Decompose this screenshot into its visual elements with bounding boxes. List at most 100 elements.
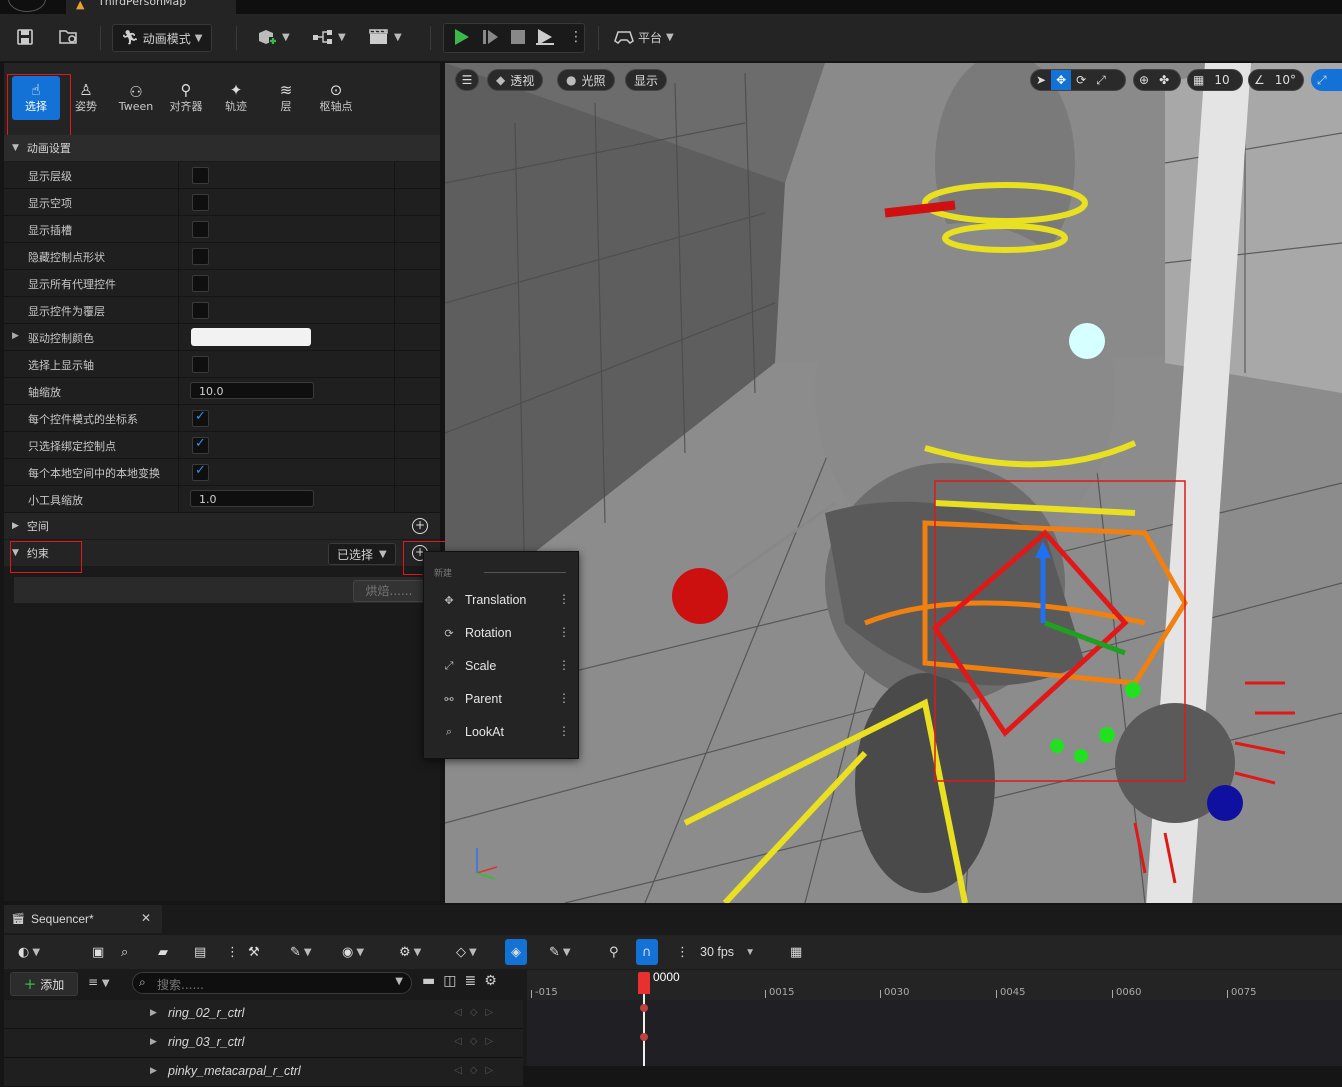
find-in-browser-icon[interactable]: ⌕	[121, 939, 128, 965]
expand-arrow-icon[interactable]: ▶	[150, 1008, 157, 1018]
key-interpolation-dropdown[interactable]: ◇ ▼	[456, 939, 477, 965]
map-tab[interactable]: ▲ ThirdPersonMap	[66, 0, 236, 14]
menu-item-rotation[interactable]: ⟳ Rotation ⋮	[424, 618, 578, 648]
snap-toggle-button[interactable]: ∩	[636, 939, 658, 965]
mode-tool-layers[interactable]: ≋ 层	[262, 76, 310, 120]
property-checkbox[interactable]	[192, 436, 209, 454]
unreal-logo-icon[interactable]	[8, 0, 46, 12]
menu-item-translation[interactable]: ✥ Translation ⋮	[424, 585, 578, 615]
color-swatch[interactable]	[191, 328, 311, 346]
menu-item-options-icon[interactable]: ⋮	[558, 592, 570, 606]
bake-button[interactable]: 烘焙......	[353, 580, 425, 602]
marker-icon[interactable]: ⚲	[609, 939, 619, 965]
constraint-filter-dropdown[interactable]: 已选择 ▼	[328, 543, 396, 565]
tools-dropdown[interactable]: ✎ ▼	[290, 939, 312, 965]
maximize-viewport-button[interactable]: ⤢	[1311, 69, 1342, 91]
property-checkbox[interactable]	[192, 275, 209, 292]
settings-icon[interactable]: ⚙	[484, 973, 505, 989]
playback-options-dropdown[interactable]: ⚙ ▼	[399, 939, 421, 965]
rotate-icon[interactable]: ⟳	[1071, 70, 1091, 90]
play-options-menu-icon[interactable]: ⋮	[569, 24, 583, 50]
anim-settings-header[interactable]: ▼ 动画设置	[4, 135, 440, 161]
space-section-header[interactable]: ▶ 空间 +	[4, 513, 440, 539]
content-browser-icon[interactable]	[58, 24, 80, 50]
chevron-down-icon[interactable]: ▼	[395, 976, 403, 987]
mode-tool-tween[interactable]: ⚇ Tween	[112, 76, 160, 120]
track-row[interactable]: ▶ ring_03_r_ctrl ◁◇▷	[4, 1029, 523, 1058]
collapse-all-icon[interactable]: ▬	[422, 973, 443, 989]
track-row[interactable]: ▶ pinky_metacarpal_r_ctrl ◁◇▷	[4, 1058, 523, 1087]
snap-options-icon[interactable]: ⋮	[676, 939, 689, 965]
level-viewport[interactable]: ☰ ◆ 透视 ● 光照 显示 ➤ ✥ ⟳ ⤢ ⊕ ✤ ▦ 10 ∠ 10° ⤢	[445, 63, 1342, 903]
property-checkbox[interactable]	[192, 248, 209, 265]
mode-tool-snapper[interactable]: ⚲ 对齐器	[162, 76, 210, 120]
viewport-menu-button[interactable]: ☰	[455, 69, 479, 91]
perspective-dropdown[interactable]: ◆ 透视	[487, 69, 544, 91]
mode-dropdown[interactable]: 🏃︎ 动画模式 ▼	[112, 24, 212, 52]
platform-dropdown[interactable]: 平台 ▼	[614, 24, 674, 50]
render-movie-icon[interactable]: ▤	[194, 939, 206, 965]
fps-dropdown[interactable]: 30 fps ▼	[700, 939, 755, 965]
blueprint-dropdown[interactable]: ▼	[312, 24, 346, 50]
surface-snap-icon[interactable]: ✤	[1154, 70, 1174, 90]
expand-arrow-icon[interactable]: ▶	[150, 1037, 157, 1047]
keyframe[interactable]	[640, 1004, 648, 1012]
cinematics-dropdown[interactable]: ▼	[368, 24, 402, 50]
menu-item-parent[interactable]: ⚯ Parent ⋮	[424, 684, 578, 714]
lit-dropdown[interactable]: ● 光照	[557, 69, 615, 91]
menu-item-options-icon[interactable]: ⋮	[558, 724, 570, 738]
menu-item-lookat[interactable]: ⌕ LookAt ⋮	[424, 717, 578, 747]
property-checkbox[interactable]	[192, 167, 209, 184]
angle-icon[interactable]: ∠	[1249, 70, 1270, 90]
list-view-icon[interactable]: ≣	[464, 973, 484, 989]
show-dropdown[interactable]: 显示	[625, 69, 668, 91]
play-icon[interactable]	[452, 24, 470, 50]
track-row[interactable]: ▶ ring_02_r_ctrl ◁◇▷	[4, 1000, 523, 1029]
property-checkbox[interactable]	[192, 356, 209, 373]
property-checkbox[interactable]	[192, 463, 209, 481]
filter-dropdown[interactable]: ≡ ▼	[88, 975, 110, 989]
keyframe[interactable]	[640, 1033, 648, 1041]
keyframe-nav-icons[interactable]: ◁◇▷	[454, 1065, 501, 1076]
property-checkbox[interactable]	[192, 221, 209, 238]
stop-icon[interactable]	[510, 24, 526, 50]
menu-item-options-icon[interactable]: ⋮	[558, 691, 570, 705]
add-space-icon[interactable]: +	[412, 518, 428, 534]
auto-key-button[interactable]: ◈	[505, 939, 527, 965]
save-icon[interactable]	[16, 24, 34, 50]
mode-tool-pivot[interactable]: ⊙ 枢轴点	[312, 76, 360, 120]
property-number-field[interactable]: 10.0	[190, 382, 314, 399]
eject-icon[interactable]	[535, 24, 555, 50]
menu-item-scale[interactable]: ⤢ Scale ⋮	[424, 651, 578, 681]
property-checkbox[interactable]	[192, 194, 209, 211]
scale-icon[interactable]: ⤢	[1091, 70, 1111, 90]
add-actor-dropdown[interactable]: ▼	[256, 24, 290, 50]
menu-item-options-icon[interactable]: ⋮	[558, 625, 570, 639]
advance-frame-icon[interactable]	[481, 24, 499, 50]
more-options-icon[interactable]: ⋮	[226, 939, 239, 965]
grid-snap-value[interactable]: 10	[1209, 70, 1234, 90]
sequencer-tab[interactable]: 🎬︎ Sequencer* ✕	[4, 905, 162, 933]
translate-icon[interactable]: ✥	[1051, 70, 1072, 90]
rotation-snap-value[interactable]: 10°	[1270, 70, 1301, 90]
world-coordinate-icon[interactable]: ⊕	[1134, 70, 1154, 90]
expand-arrow-icon[interactable]: ▶	[150, 1066, 157, 1076]
close-icon[interactable]: ✕	[141, 911, 151, 925]
actions-icon[interactable]: ⚒	[248, 939, 260, 965]
property-checkbox[interactable]	[192, 302, 209, 319]
property-number-field[interactable]: 1.0	[190, 490, 314, 507]
camera-icon[interactable]: ▰	[158, 939, 168, 965]
expand-arrow-icon[interactable]: ▶	[12, 331, 19, 341]
menu-item-options-icon[interactable]: ⋮	[558, 658, 570, 672]
curve-editor-icon[interactable]: ▦	[790, 939, 802, 965]
expand-all-icon[interactable]: ◫	[443, 973, 464, 989]
property-checkbox[interactable]	[192, 409, 209, 427]
keyframe-nav-icons[interactable]: ◁◇▷	[454, 1007, 501, 1018]
save-sequence-icon[interactable]: ▣	[92, 939, 104, 965]
playhead-handle[interactable]	[638, 972, 650, 994]
keyframe-nav-icons[interactable]: ◁◇▷	[454, 1036, 501, 1047]
world-dropdown[interactable]: ◐ ▼	[18, 939, 40, 965]
mode-tool-trails[interactable]: ✦ 轨迹	[212, 76, 260, 120]
view-options-dropdown[interactable]: ◉ ▼	[342, 939, 364, 965]
select-arrow-icon[interactable]: ➤	[1031, 70, 1051, 90]
